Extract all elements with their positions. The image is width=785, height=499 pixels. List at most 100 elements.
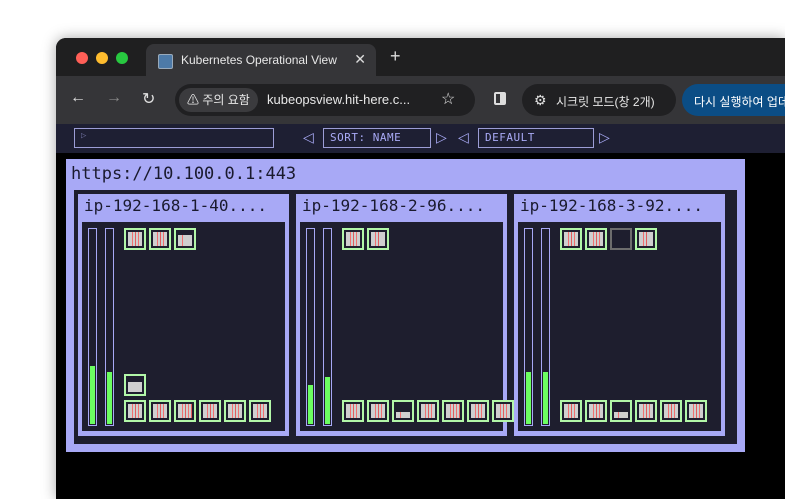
pod-usage-bar (596, 232, 597, 246)
pod[interactable] (560, 400, 582, 422)
pod-resource-fill (178, 234, 192, 246)
pod[interactable] (124, 374, 146, 396)
pod-usage-bar (356, 232, 357, 246)
relaunch-update-button[interactable]: 다시 실행하여 업데이트 (682, 84, 785, 116)
pod-resource-fill (496, 404, 510, 418)
incognito-icon: ⚙ (534, 92, 547, 108)
pod-usage-bar (157, 232, 158, 246)
cpu-gauge-fill (90, 366, 95, 424)
pod-usage-bar (571, 404, 572, 418)
pod[interactable] (149, 400, 171, 422)
pod[interactable] (392, 400, 414, 422)
minimize-window-button[interactable] (96, 52, 108, 64)
bookmark-star-icon[interactable]: ☆ (441, 89, 455, 109)
pod[interactable] (199, 400, 221, 422)
pod-resource-fill (396, 412, 410, 418)
pod-usage-bar (381, 404, 382, 418)
reload-icon[interactable]: ↻ (142, 89, 155, 109)
pod[interactable] (417, 400, 439, 422)
pod-resource-fill (614, 412, 628, 418)
pod-usage-bar (571, 232, 572, 246)
pod[interactable] (224, 400, 246, 422)
cpu-gauge-fill (526, 372, 531, 424)
zoom-window-button[interactable] (116, 52, 128, 64)
node-panel[interactable]: ip-192-168-3-92.... (514, 194, 725, 436)
sort-next-arrow-icon[interactable]: ▷ (436, 129, 447, 145)
forward-icon[interactable]: → (106, 89, 122, 107)
pod[interactable] (610, 228, 632, 250)
pod-usage-bar (481, 404, 482, 418)
pod-usage-bar (213, 404, 214, 418)
pod-usage-bar (593, 404, 594, 418)
node-panel[interactable]: ip-192-168-1-40.... (78, 194, 289, 436)
pod[interactable] (367, 400, 389, 422)
node-panel[interactable]: ip-192-168-2-96.... (296, 194, 514, 436)
pod[interactable] (442, 400, 464, 422)
pod-usage-bar (431, 404, 432, 418)
cluster-nodes-area: ip-192-168-1-40.... ip-192-168-2-96.... ip… (74, 190, 737, 444)
pod-resource-fill (346, 232, 360, 246)
pod[interactable] (635, 400, 657, 422)
pod[interactable] (467, 400, 489, 422)
url-text[interactable]: kubeopsview.hit-here.c... (267, 92, 410, 107)
pod-usage-bar (163, 404, 164, 418)
pod-resource-fill (153, 232, 167, 246)
pod[interactable] (249, 400, 271, 422)
filter-input[interactable]: ▷ (74, 128, 274, 148)
pod-usage-bar (375, 404, 376, 418)
pod[interactable] (149, 228, 171, 250)
tab-kubernetes-operational-view[interactable]: Kubernetes Operational View ✕ (146, 44, 376, 76)
pod[interactable] (124, 228, 146, 250)
pod-resource-fill (228, 404, 242, 418)
back-icon[interactable]: ← (70, 89, 86, 107)
pod[interactable] (660, 400, 682, 422)
pod-usage-bar (500, 404, 501, 418)
pod-usage-bar (185, 404, 186, 418)
side-panel-icon[interactable] (494, 92, 506, 105)
theme-next-arrow-icon[interactable]: ▷ (599, 129, 610, 145)
sort-selector[interactable]: SORT: NAME (323, 128, 431, 148)
pod[interactable] (342, 400, 364, 422)
pod-resource-fill (471, 404, 485, 418)
pod-usage-bar (132, 232, 133, 246)
favicon-icon (158, 54, 173, 69)
sort-prev-arrow-icon[interactable]: ◁ (303, 129, 314, 145)
pod[interactable] (635, 228, 657, 250)
security-warning-chip[interactable]: ⚠ 주의 요함 (179, 88, 258, 112)
pod[interactable] (124, 400, 146, 422)
incognito-indicator[interactable]: ⚙ 시크릿 모드(창 2개) (522, 84, 676, 116)
theme-selector[interactable]: DEFAULT (478, 128, 594, 148)
node-body (300, 222, 514, 431)
close-window-button[interactable] (76, 52, 88, 64)
pod[interactable] (560, 228, 582, 250)
pod[interactable] (585, 228, 607, 250)
pod-resource-fill (589, 232, 603, 246)
pod-usage-bar (453, 404, 454, 418)
pod[interactable] (367, 228, 389, 250)
pod[interactable] (585, 400, 607, 422)
new-tab-button[interactable]: + (390, 46, 401, 67)
pod[interactable] (174, 228, 196, 250)
pod-usage-bar (699, 404, 700, 418)
theme-prev-arrow-icon[interactable]: ◁ (458, 129, 469, 145)
address-bar[interactable]: ⚠ 주의 요함 kubeopsview.hit-here.c... ☆ (175, 84, 475, 116)
pod-usage-bar (649, 404, 650, 418)
memory-gauge (541, 228, 550, 426)
cluster-panel[interactable]: https://10.100.0.1:443 ip-192-168-1-40..… (66, 159, 745, 452)
pod-usage-bar (599, 232, 600, 246)
pod-usage-bar (425, 404, 426, 418)
pod-usage-bar (378, 404, 379, 418)
pod-usage-bar (643, 404, 644, 418)
node-title: ip-192-168-2-96.... (302, 196, 486, 215)
pod-resource-fill (128, 382, 142, 392)
pod-usage-bar (459, 404, 460, 418)
pod[interactable] (174, 400, 196, 422)
pod-resource-fill (153, 404, 167, 418)
pod[interactable] (342, 228, 364, 250)
pod-usage-bar (428, 404, 429, 418)
tab-close-icon[interactable]: ✕ (354, 51, 366, 68)
pod[interactable] (610, 400, 632, 422)
kube-ops-toolbar: ▷ ◁ SORT: NAME ▷ ◁ DEFAULT ▷ (56, 124, 785, 153)
pod[interactable] (492, 400, 514, 422)
pod[interactable] (685, 400, 707, 422)
